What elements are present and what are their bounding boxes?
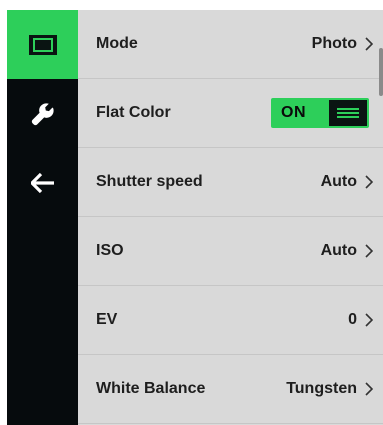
chevron-right-icon — [365, 37, 373, 51]
menu-row-value: 0 — [348, 311, 357, 328]
chevron-right-icon — [365, 313, 373, 327]
menu-row-mode[interactable]: Mode Photo — [78, 10, 383, 79]
chevron-right-icon — [365, 244, 373, 258]
menu-row-iso[interactable]: ISO Auto — [78, 217, 383, 286]
toggle-state-label: ON — [281, 104, 306, 121]
flat-color-toggle[interactable]: ON — [271, 98, 369, 128]
menu-row-white-balance[interactable]: White Balance Tungsten — [78, 355, 383, 424]
camera-settings-screen: Mode Photo Flat Color ON Shutter speed A… — [7, 10, 383, 425]
chevron-right-icon — [365, 175, 373, 189]
menu-row-label: White Balance — [96, 380, 206, 397]
settings-menu: Mode Photo Flat Color ON Shutter speed A… — [78, 10, 383, 425]
menu-row-label: ISO — [96, 242, 124, 259]
sidebar-item-settings[interactable] — [7, 79, 78, 148]
sidebar — [7, 10, 78, 425]
menu-row-shutter-speed[interactable]: Shutter speed Auto — [78, 148, 383, 217]
menu-row-label: EV — [96, 311, 118, 328]
toggle-knob — [329, 100, 367, 126]
menu-row-value: Auto — [320, 173, 357, 190]
menu-row-value: Photo — [311, 35, 357, 52]
camera-icon — [28, 34, 57, 55]
sidebar-item-camera[interactable] — [7, 10, 78, 79]
menu-row-value: Auto — [320, 242, 357, 259]
menu-row-label: Flat Color — [96, 104, 171, 121]
back-arrow-icon — [30, 172, 54, 193]
chevron-right-icon — [365, 382, 373, 396]
menu-row-label: Shutter speed — [96, 173, 203, 190]
menu-row-value: Tungsten — [286, 380, 357, 397]
wrench-icon — [31, 102, 54, 125]
menu-row-ev[interactable]: EV 0 — [78, 286, 383, 355]
sidebar-item-back[interactable] — [7, 148, 78, 217]
scrollbar[interactable] — [379, 48, 383, 96]
menu-row-label: Mode — [96, 35, 138, 52]
menu-row-flat-color[interactable]: Flat Color ON — [78, 79, 383, 148]
